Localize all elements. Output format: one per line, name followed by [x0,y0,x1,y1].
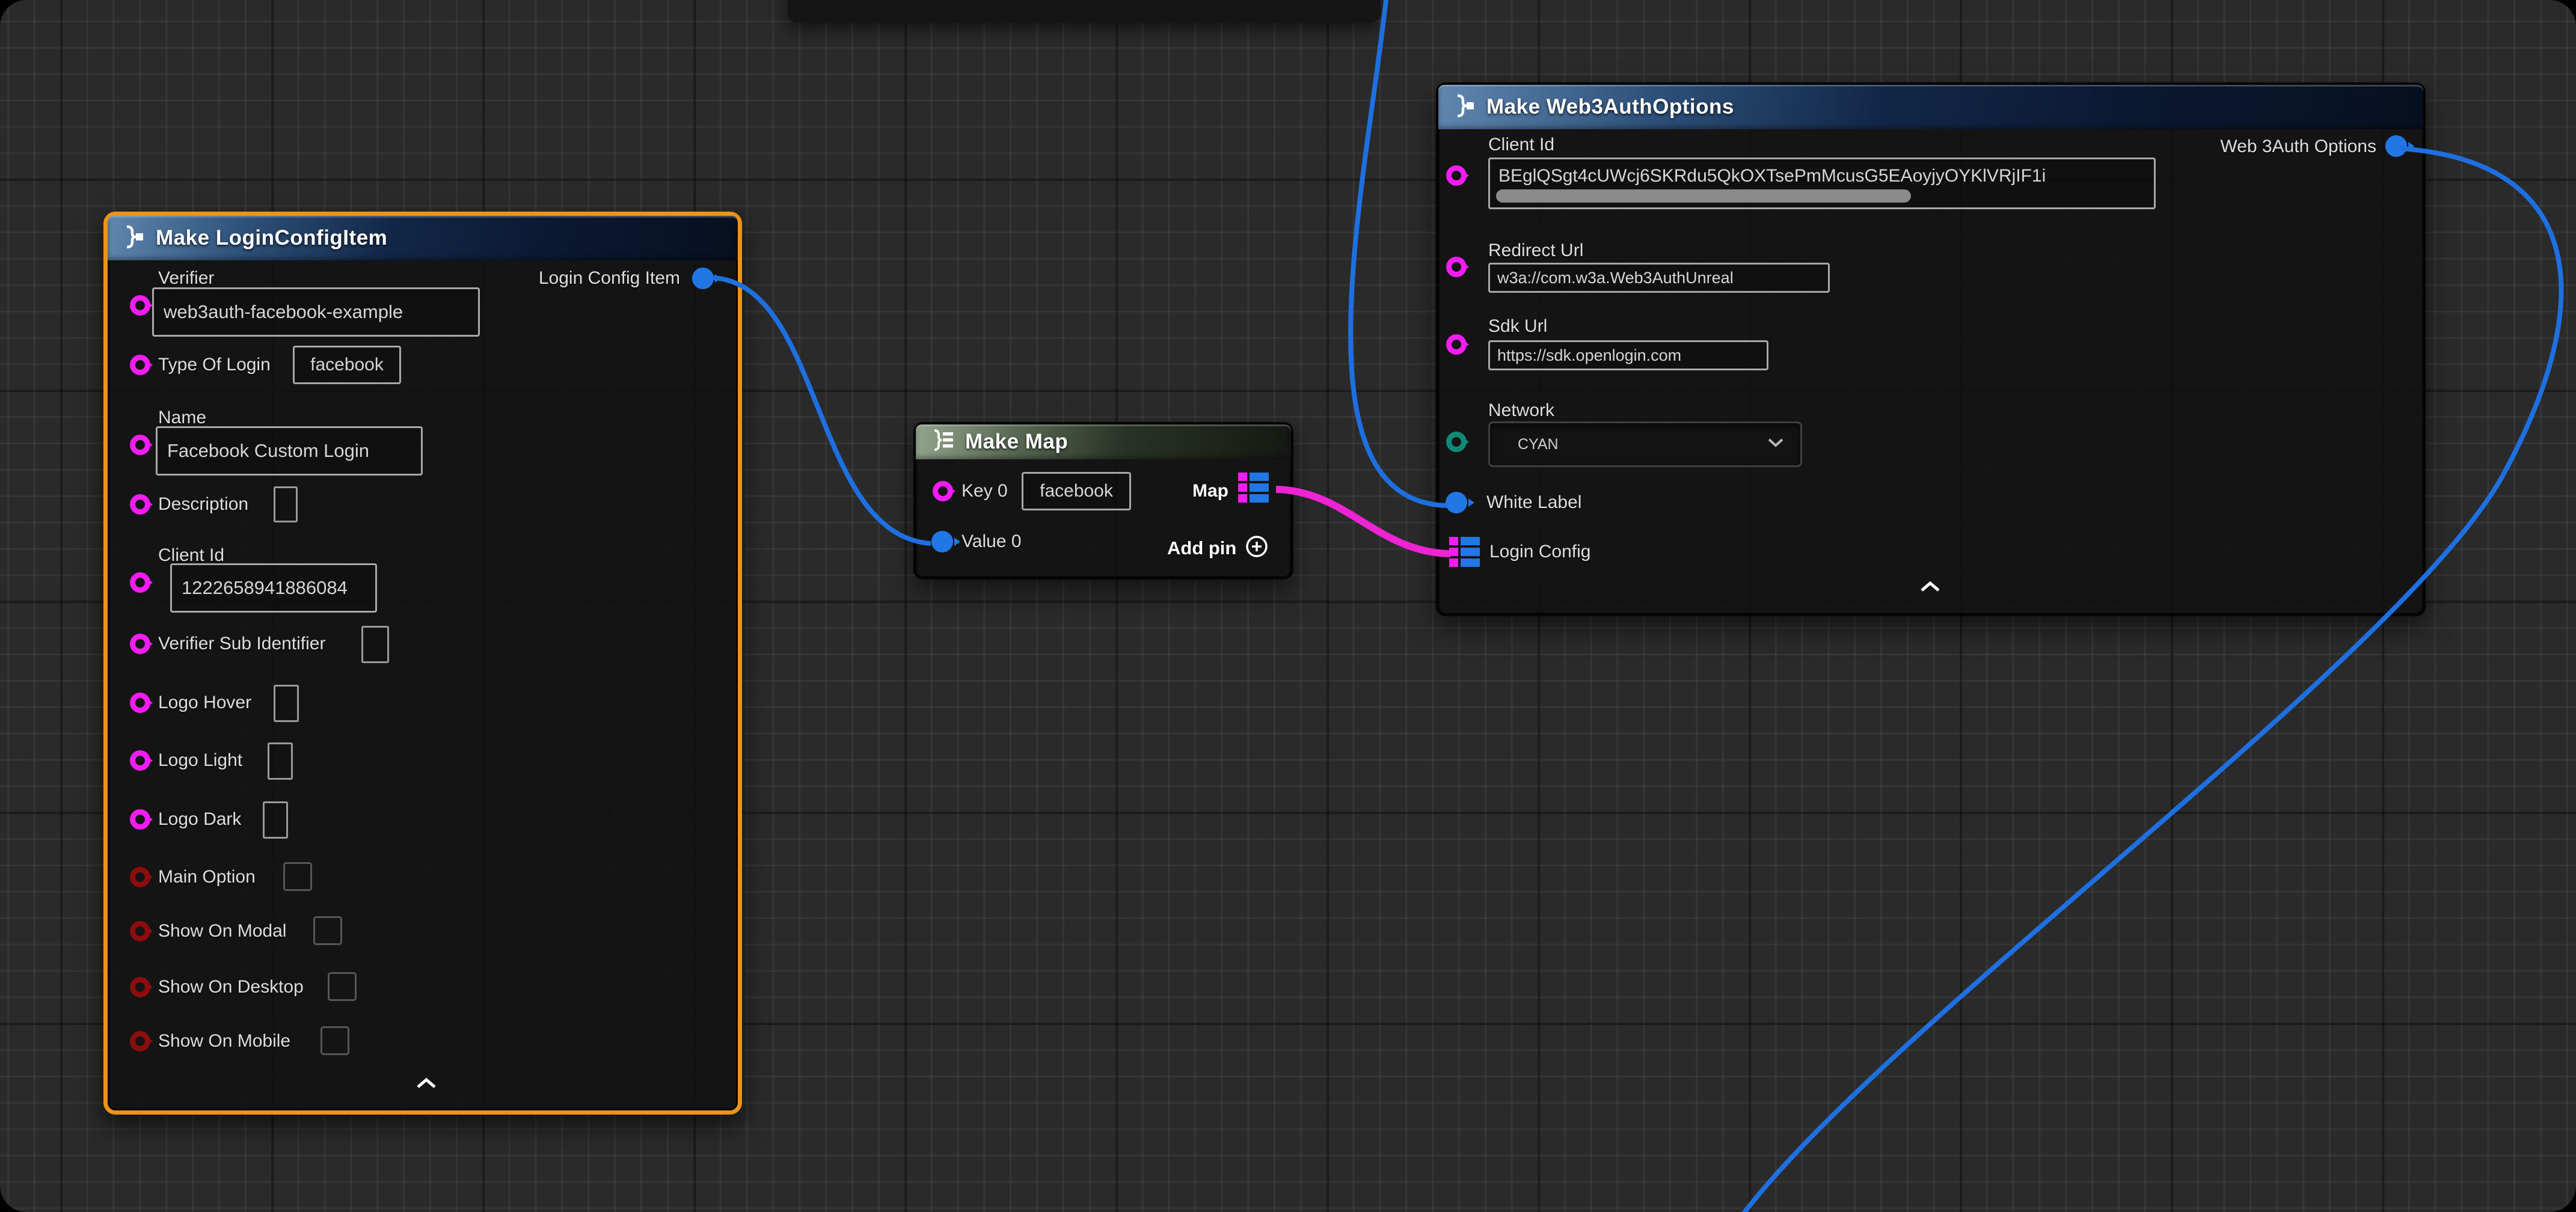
logo-hover-input[interactable] [274,685,299,722]
pin-label-logo-hover: Logo Hover [158,692,251,714]
pin-label-show-on-mobile: Show On Mobile [158,1030,290,1052]
pin-label-main-option: Main Option [158,866,256,888]
node-make-loginconfigitem[interactable]: Make LoginConfigItem Login Config Item V… [103,212,742,1115]
pin-label-network: Network [1488,400,1554,421]
pin-client-id[interactable] [1446,165,1467,186]
make-struct-icon [1452,93,1478,122]
redirect-url-input[interactable]: w3a://com.w3a.Web3AuthUnreal [1488,263,1830,293]
pin-label-white-label: White Label [1486,492,1581,513]
pin-label-redirect-url: Redirect Url [1488,240,1583,262]
node-make-map[interactable]: Make Map Key 0 facebook Map Value 0 Add … [913,422,1293,580]
pin-redirect-url[interactable] [1446,257,1467,277]
pin-label-map: Map [1168,480,1228,502]
sdk-url-input[interactable]: https://sdk.openlogin.com [1488,340,1768,370]
pin-logo-light[interactable] [130,750,150,771]
pin-label-web3auth-options: Web 3Auth Options [2178,136,2376,158]
client-id-input[interactable]: BEglQSgt4cUWcj6SKRdu5QkOXTsePmMcusG5EAoy… [1488,158,2156,209]
network-dropdown[interactable]: CYAN [1488,421,1802,467]
pin-verifier[interactable] [130,295,150,316]
pin-verifier-sub-identifier[interactable] [130,634,150,654]
pin-label-logo-dark: Logo Dark [158,809,241,830]
pin-label-name: Name [158,407,206,429]
make-map-icon [929,429,957,456]
pin-out-map[interactable] [1238,473,1269,503]
key-0-input[interactable]: facebook [1022,472,1131,510]
client-id-scrollbar[interactable] [1496,189,1911,203]
pin-label-login-config-item: Login Config Item [529,268,680,289]
pin-sdk-url[interactable] [1446,334,1467,355]
wire-top-to-white-label [1351,0,1449,506]
pin-login-config[interactable] [1449,537,1480,567]
show-on-modal-checkbox[interactable] [313,916,342,945]
chevron-down-icon [1767,435,1785,453]
pin-client-id[interactable] [130,572,150,593]
pin-key-0[interactable] [933,481,953,501]
pin-main-option[interactable] [130,867,150,887]
verifier-input[interactable]: web3auth-facebook-example [152,287,480,337]
client-id-input[interactable]: 1222658941886084 [170,563,377,613]
pin-logo-hover[interactable] [130,693,150,713]
pin-show-on-mobile[interactable] [130,1031,150,1051]
pin-name[interactable] [130,435,150,455]
pin-label-client-id: Client Id [1488,134,1554,156]
pin-description[interactable] [130,494,150,515]
collapse-chevron-icon[interactable] [416,1077,437,1093]
node-title: Make Web3AuthOptions [1486,95,1734,119]
logo-light-input[interactable] [268,742,293,780]
pin-label-logo-light: Logo Light [158,750,242,771]
pin-out-web3auth-options[interactable] [2385,135,2407,157]
node-header[interactable]: Make LoginConfigItem [108,216,738,260]
client-id-value: BEglQSgt4cUWcj6SKRdu5QkOXTsePmMcusG5EAoy… [1498,166,2046,186]
add-pin-button[interactable]: Add pin [1167,537,1236,559]
node-header[interactable]: Make Map [916,424,1291,459]
description-input[interactable] [274,486,298,522]
pin-label-verifier-sub-identifier: Verifier Sub Identifier [158,633,325,655]
offscreen-node-edge [788,0,1381,23]
add-pin-icon[interactable] [1244,534,1269,562]
pin-network[interactable] [1446,432,1467,452]
pin-label-show-on-modal: Show On Modal [158,920,286,942]
pin-label-key-0: Key 0 [961,480,1008,502]
verifier-sub-identifier-input[interactable] [361,626,389,663]
pin-white-label[interactable] [1446,492,1467,513]
network-selected-value: CYAN [1518,436,1559,453]
node-make-web3authoptions[interactable]: Make Web3AuthOptions Web 3Auth Options C… [1436,82,2426,616]
show-on-desktop-checkbox[interactable] [328,972,357,1001]
pin-show-on-desktop[interactable] [130,977,150,997]
pin-label-type-of-login: Type Of Login [158,354,271,376]
name-input[interactable]: Facebook Custom Login [156,426,423,476]
pin-label-description: Description [158,494,248,515]
pin-label-verifier: Verifier [158,268,214,289]
type-of-login-input[interactable]: facebook [293,346,401,384]
main-option-checkbox[interactable] [283,862,312,891]
node-header[interactable]: Make Web3AuthOptions [1438,85,2423,129]
pin-out-login-config-item[interactable] [692,268,714,289]
node-title: Make Map [965,430,1068,454]
show-on-mobile-checkbox[interactable] [320,1026,349,1055]
wire-map-to-login-config [1276,489,1450,554]
pin-value-0[interactable] [931,531,953,552]
pin-logo-dark[interactable] [130,809,150,830]
collapse-chevron-icon[interactable] [1919,580,1941,596]
pin-label-show-on-desktop: Show On Desktop [158,976,304,998]
wire-login-config-item-to-value-0 [713,278,931,543]
pin-label-value-0: Value 0 [961,531,1022,552]
node-title: Make LoginConfigItem [156,226,387,250]
make-struct-icon [121,224,147,253]
pin-label-sdk-url: Sdk Url [1488,316,1547,337]
blueprint-graph-canvas[interactable]: Make LoginConfigItem Login Config Item V… [0,0,2576,1212]
pin-type-of-login[interactable] [130,355,150,375]
pin-label-login-config: Login Config [1489,541,1590,563]
logo-dark-input[interactable] [263,801,288,839]
pin-show-on-modal[interactable] [130,921,150,941]
